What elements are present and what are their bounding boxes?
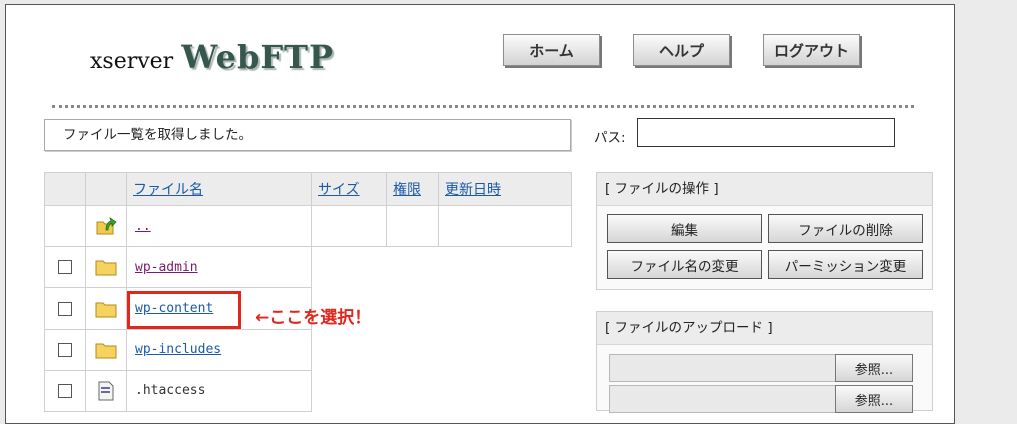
logo-name: WebFTP: [181, 38, 334, 76]
browse-button-1[interactable]: 参照...: [835, 354, 913, 382]
file-operations-title: [ ファイルの操作 ]: [597, 173, 932, 206]
file-table-header: ファイル名 サイズ 権限 更新日時: [44, 171, 572, 207]
column-modified-header[interactable]: 更新日時: [438, 171, 572, 207]
change-permission-button[interactable]: パーミッション変更: [768, 250, 923, 279]
logout-button[interactable]: ログアウト: [763, 34, 860, 66]
help-button[interactable]: ヘルプ: [633, 34, 730, 66]
file-link-wp-includes[interactable]: wp-includes: [135, 342, 221, 357]
column-permission-header[interactable]: 権限: [386, 171, 439, 207]
file-upload-title: [ ファイルのアップロード ]: [597, 312, 932, 345]
path-input[interactable]: [637, 118, 895, 147]
table-row: wp-admin: [44, 246, 572, 289]
select-checkbox-wp-includes[interactable]: [58, 342, 72, 357]
path-label: パス:: [594, 130, 626, 146]
delete-file-button[interactable]: ファイルの削除: [768, 214, 923, 243]
file-table: ファイル名 サイズ 権限 更新日時 .. wp-admin wp-content…: [44, 171, 572, 413]
rename-file-button[interactable]: ファイル名の変更: [607, 250, 762, 279]
file-link-parent[interactable]: ..: [135, 219, 151, 234]
select-checkbox-wp-content[interactable]: [58, 301, 72, 316]
xserver-webftp-logo: xserver WebFTP: [90, 38, 334, 76]
table-row: .htaccess: [44, 369, 572, 413]
file-link-wp-admin[interactable]: wp-admin: [135, 260, 198, 275]
browse-button-2[interactable]: 参照...: [835, 385, 913, 413]
file-link-htaccess[interactable]: .htaccess: [135, 383, 205, 398]
logo-prefix: xserver: [90, 49, 174, 74]
status-message: ファイル一覧を取得しました。: [44, 119, 571, 151]
home-button[interactable]: ホーム: [503, 34, 600, 66]
highlight-box: [127, 291, 241, 329]
folder-icon: [95, 302, 117, 318]
file-icon: [98, 381, 114, 401]
file-upload-section: [ ファイルのアップロード ] 参照... 参照...: [596, 311, 933, 413]
file-operations-section: [ ファイルの操作 ] 編集 ファイルの削除 ファイル名の変更 パーミッション変…: [596, 172, 933, 290]
table-row: ..: [44, 205, 572, 248]
upload-file-field-1[interactable]: [609, 354, 845, 382]
select-checkbox-wp-admin[interactable]: [58, 260, 72, 275]
column-size-header[interactable]: サイズ: [311, 171, 387, 207]
folder-icon: [95, 343, 117, 359]
header-divider: [52, 105, 914, 108]
folder-icon: [95, 260, 117, 276]
parent-folder-up-icon: [96, 217, 117, 235]
annotation-callout: ←ここを選択！: [255, 308, 372, 328]
upload-file-field-2[interactable]: [609, 385, 845, 413]
edit-button[interactable]: 編集: [607, 214, 762, 243]
table-row: wp-includes: [44, 328, 572, 371]
select-checkbox-htaccess[interactable]: [58, 383, 72, 398]
column-name-header[interactable]: ファイル名: [126, 171, 312, 207]
